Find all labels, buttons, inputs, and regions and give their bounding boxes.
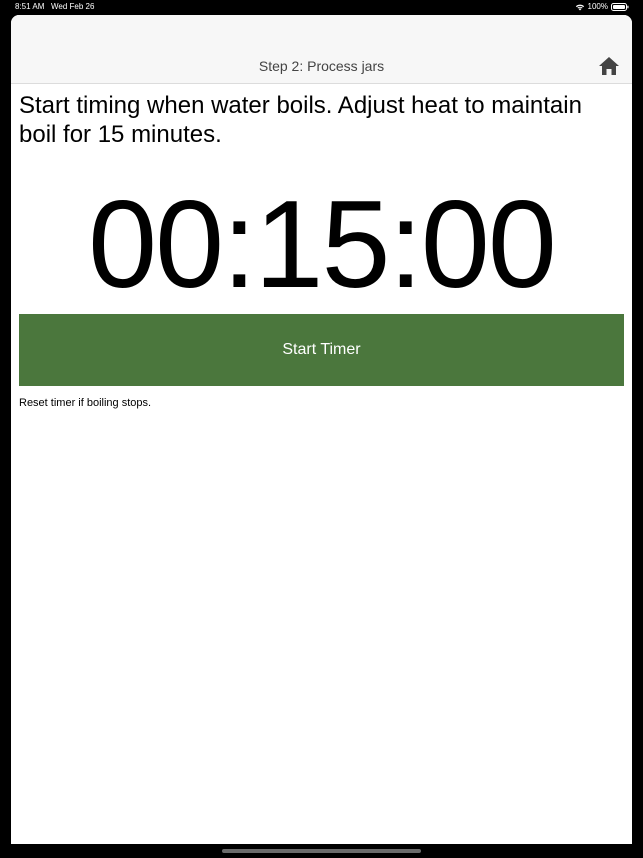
- home-indicator[interactable]: [222, 849, 421, 853]
- battery-percent: 100%: [587, 2, 608, 11]
- status-right-group: 100%: [575, 0, 629, 14]
- home-button[interactable]: [598, 55, 620, 77]
- status-date: Wed Feb 26: [51, 2, 95, 11]
- timer-display: 00:15:00: [88, 176, 557, 314]
- page-title: Step 2: Process jars: [258, 58, 385, 74]
- hint-text: Reset timer if boiling stops.: [19, 397, 152, 409]
- home-icon: [598, 55, 620, 77]
- device-frame: 8:51 AM Wed Feb 26 100% Step 2: Process …: [0, 0, 643, 858]
- wifi-icon: [575, 3, 585, 11]
- start-timer-button[interactable]: Start Timer: [19, 314, 624, 386]
- status-bar: 8:51 AM Wed Feb 26 100%: [0, 0, 643, 14]
- battery-icon: [611, 3, 629, 11]
- app-screen: Step 2: Process jars Start timing when w…: [11, 15, 632, 844]
- navbar-top-area: [11, 15, 632, 32]
- instruction-text: Start timing when water boils. Adjust he…: [19, 92, 582, 148]
- status-time: 8:51 AM: [15, 2, 45, 11]
